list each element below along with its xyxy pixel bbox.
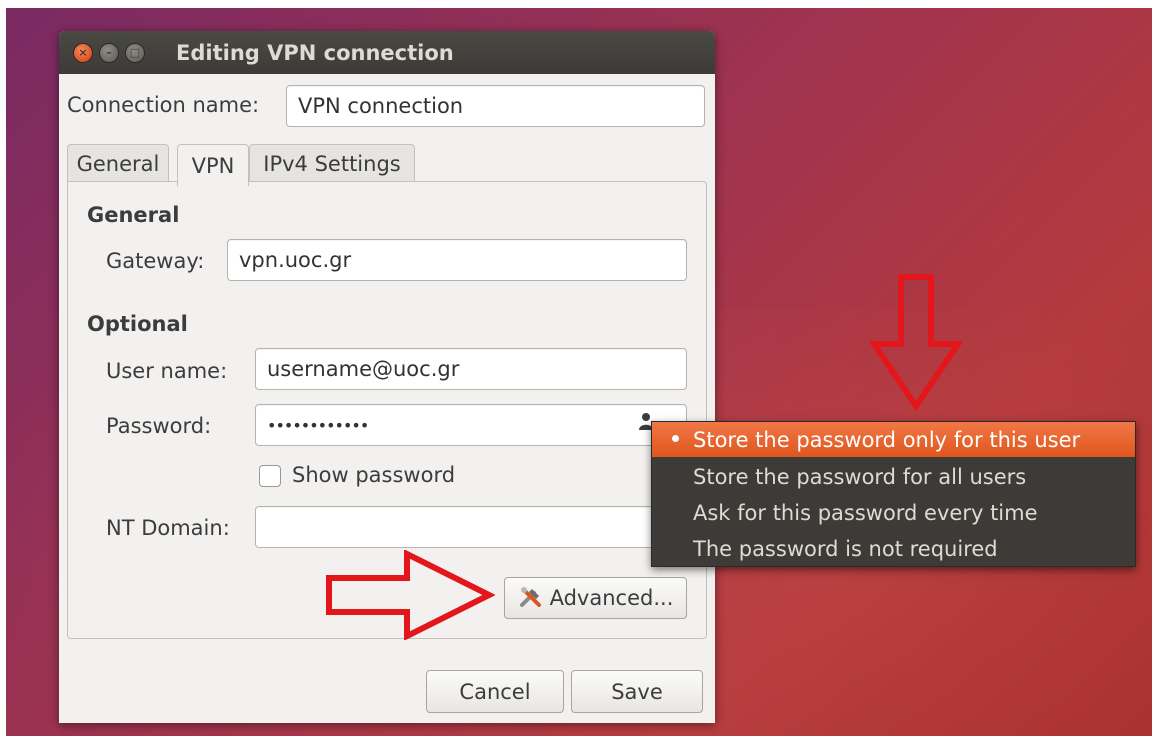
menu-item-store-this-user[interactable]: Store the password only for this user (652, 422, 1135, 457)
menu-item-store-all-users[interactable]: Store the password for all users (652, 459, 1135, 494)
cancel-button[interactable]: Cancel (426, 670, 564, 713)
optional-section-heading: Optional (87, 312, 188, 336)
username-label: User name: (106, 359, 228, 383)
close-window-button[interactable]: × (73, 43, 93, 63)
menu-item-label: The password is not required (693, 536, 998, 561)
maximize-icon: □ (129, 46, 141, 59)
nt-domain-label: NT Domain: (106, 516, 230, 540)
username-input[interactable]: username@uoc.gr (255, 348, 687, 390)
selected-bullet-icon (672, 435, 679, 442)
menu-item-ask-every-time[interactable]: Ask for this password every time (652, 495, 1135, 530)
down-arrow-annotation-icon (868, 274, 964, 412)
menu-item-label: Store the password only for this user (693, 427, 1081, 452)
save-button[interactable]: Save (571, 670, 703, 713)
password-value: •••••••••••• (267, 415, 369, 435)
show-password-label: Show password (292, 463, 456, 487)
menu-item-label: Store the password for all users (693, 464, 1027, 489)
connection-name-label: Connection name: (67, 93, 260, 117)
tab-vpn[interactable]: VPN (177, 144, 249, 186)
connection-name-input[interactable]: VPN connection (286, 85, 705, 127)
title-bar: × – □ Editing VPN connection (59, 31, 715, 74)
close-icon: × (78, 46, 88, 59)
right-arrow-annotation-icon (326, 550, 495, 640)
password-storage-menu: Store the password only for this user St… (651, 421, 1136, 567)
window-title: Editing VPN connection (176, 41, 454, 65)
tab-ipv4-settings[interactable]: IPv4 Settings (249, 144, 415, 184)
gateway-input[interactable]: vpn.uoc.gr (227, 239, 687, 281)
show-password-checkbox[interactable] (259, 465, 281, 487)
maximize-window-button[interactable]: □ (125, 43, 145, 63)
nt-domain-input[interactable] (255, 506, 687, 548)
gateway-label: Gateway: (106, 249, 205, 273)
menu-item-not-required[interactable]: The password is not required (652, 531, 1135, 566)
menu-item-label: Ask for this password every time (693, 500, 1038, 525)
advanced-button-label: Advanced... (549, 586, 674, 610)
password-input[interactable]: •••••••••••• (255, 404, 687, 446)
general-section-heading: General (87, 203, 180, 227)
tools-icon (519, 587, 541, 607)
minimize-window-button[interactable]: – (99, 43, 119, 63)
password-label: Password: (106, 414, 212, 438)
tab-general[interactable]: General (67, 144, 169, 184)
advanced-button[interactable]: Advanced... (504, 577, 687, 619)
minimize-icon: – (106, 46, 112, 59)
